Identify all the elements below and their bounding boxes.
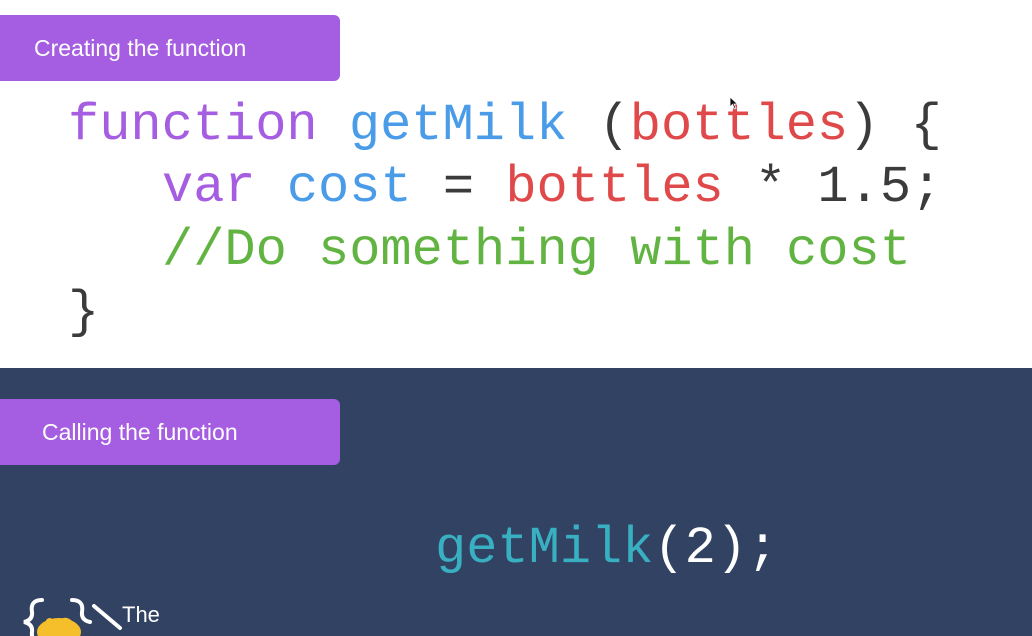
creating-label: Creating the function [0,15,340,81]
code-line-function-declaration: function getMilk (bottles) { [68,95,942,157]
param-bottles-ref: bottles [505,158,724,217]
keyword-function: function [68,96,318,155]
slide: Creating the function function getMilk (… [0,0,1032,636]
code-line-var-cost: var cost = bottles * 1.5; [162,157,942,219]
calling-label: Calling the function [0,399,340,465]
function-call: getMilk(2); [435,518,778,580]
code-line-comment: //Do something with cost [162,220,911,282]
mouse-cursor-icon [729,96,739,115]
curly-braces-logo-icon [23,598,122,636]
open-paren: ( [598,96,630,155]
operator-equals: = [442,158,475,217]
keyword-var: var [162,158,256,217]
brand-logo: The [16,594,196,636]
function-name: getMilk [348,96,568,155]
creating-panel: Creating the function function getMilk (… [0,0,1032,368]
number-literal: 1.5; [817,158,943,217]
open-brace: { [910,96,942,155]
comment-text: //Do something with cost [162,221,911,280]
variable-cost: cost [286,158,412,217]
logo-text: The [122,602,160,627]
code-line-close-brace: } [68,282,99,344]
call-function-name: getMilk [435,519,654,578]
call-args: (2); [653,519,779,578]
close-paren: ) [848,96,880,155]
close-brace: } [68,283,100,342]
operator-times: * [754,158,787,217]
calling-panel: Calling the function getMilk(2); The [0,368,1032,636]
